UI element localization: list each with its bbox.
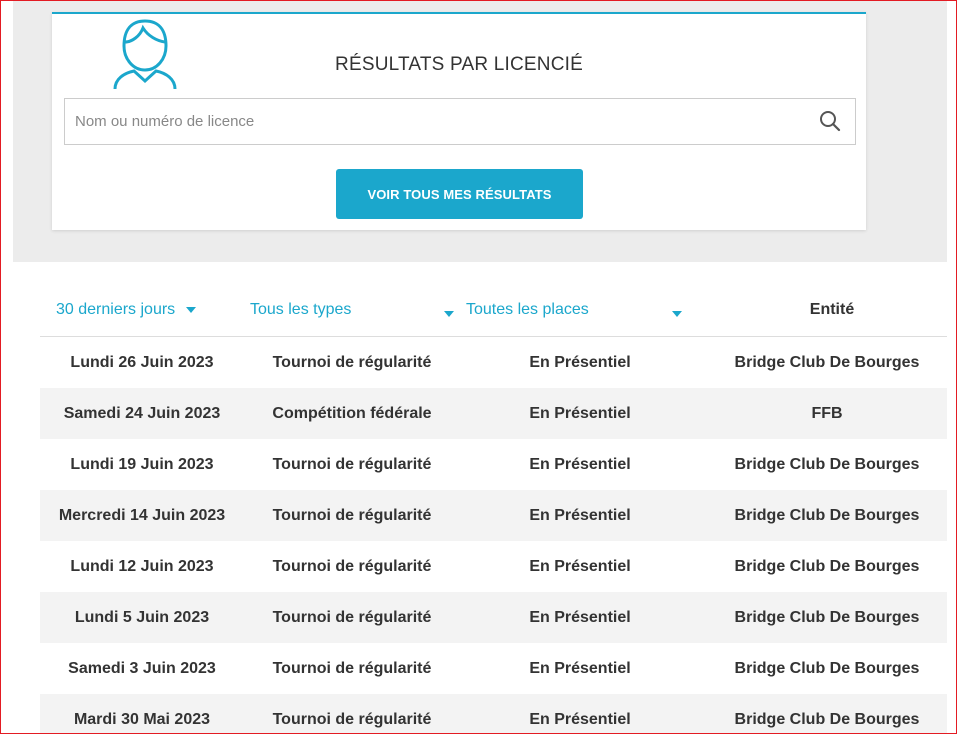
- period-filter-dropdown[interactable]: 30 derniers jours: [56, 301, 196, 319]
- result-type: Compétition fédérale: [272, 405, 432, 422]
- result-place: En Présentiel: [529, 405, 631, 422]
- results-filter-bar: 30 derniers jours Tous les types Toutes …: [40, 291, 947, 337]
- result-entity: Bridge Club De Bourges: [734, 609, 920, 626]
- caret-down-icon: [185, 306, 196, 313]
- result-type: Tournoi de régularité: [272, 354, 432, 371]
- result-type: Tournoi de régularité: [272, 507, 432, 524]
- search-field[interactable]: [64, 98, 856, 145]
- table-row[interactable]: Lundi 19 Juin 2023 Tournoi de régularité…: [40, 439, 947, 490]
- result-entity: Bridge Club De Bourges: [734, 660, 920, 677]
- user-avatar-icon: [110, 16, 180, 90]
- result-type: Tournoi de régularité: [272, 711, 432, 728]
- result-place: En Présentiel: [529, 609, 631, 626]
- entity-column-header: Entité: [809, 301, 855, 318]
- result-date: Mardi 30 Mai 2023: [73, 711, 211, 728]
- licensee-results-card: RÉSULTATS PAR LICENCIÉ VOIR TOUS MES RÉS…: [52, 12, 866, 230]
- result-date: Lundi 19 Juin 2023: [70, 456, 214, 473]
- search-icon[interactable]: [819, 110, 841, 132]
- table-row[interactable]: Samedi 24 Juin 2023 Compétition fédérale…: [40, 388, 947, 439]
- result-type: Tournoi de régularité: [272, 456, 432, 473]
- result-place: En Présentiel: [529, 711, 631, 728]
- caret-down-icon[interactable]: [672, 311, 682, 317]
- result-date: Lundi 5 Juin 2023: [74, 609, 210, 626]
- table-row[interactable]: Mercredi 14 Juin 2023 Tournoi de régular…: [40, 490, 947, 541]
- result-place: En Présentiel: [529, 507, 631, 524]
- place-filter-dropdown[interactable]: Toutes les places: [466, 301, 589, 319]
- type-filter-label: Tous les types: [250, 301, 352, 318]
- result-date: Samedi 24 Juin 2023: [63, 405, 221, 422]
- period-filter-label: 30 derniers jours: [56, 301, 176, 318]
- table-row[interactable]: Lundi 5 Juin 2023 Tournoi de régularité …: [40, 592, 947, 643]
- result-entity: FFB: [811, 405, 843, 422]
- view-all-results-button[interactable]: VOIR TOUS MES RÉSULTATS: [336, 169, 583, 219]
- result-entity: Bridge Club De Bourges: [734, 711, 920, 728]
- result-date: Lundi 26 Juin 2023: [70, 354, 214, 371]
- caret-down-icon[interactable]: [444, 311, 454, 317]
- result-place: En Présentiel: [529, 456, 631, 473]
- search-input[interactable]: [65, 99, 805, 144]
- table-row[interactable]: Mardi 30 Mai 2023 Tournoi de régularité …: [40, 694, 947, 734]
- result-date: Lundi 12 Juin 2023: [70, 558, 214, 575]
- result-type: Tournoi de régularité: [272, 558, 432, 575]
- result-place: En Présentiel: [529, 558, 631, 575]
- card-title: RÉSULTATS PAR LICENCIÉ: [335, 54, 583, 75]
- result-type: Tournoi de régularité: [272, 609, 432, 626]
- result-place: En Présentiel: [529, 660, 631, 677]
- result-entity: Bridge Club De Bourges: [734, 558, 920, 575]
- result-entity: Bridge Club De Bourges: [734, 507, 920, 524]
- result-type: Tournoi de régularité: [272, 660, 432, 677]
- table-row[interactable]: Samedi 3 Juin 2023 Tournoi de régularité…: [40, 643, 947, 694]
- table-row[interactable]: Lundi 12 Juin 2023 Tournoi de régularité…: [40, 541, 947, 592]
- result-entity: Bridge Club De Bourges: [734, 456, 920, 473]
- result-date: Samedi 3 Juin 2023: [68, 660, 216, 677]
- results-table: Lundi 26 Juin 2023 Tournoi de régularité…: [40, 337, 947, 734]
- table-row[interactable]: Lundi 26 Juin 2023 Tournoi de régularité…: [40, 337, 947, 388]
- result-date: Mercredi 14 Juin 2023: [58, 507, 226, 524]
- result-entity: Bridge Club De Bourges: [734, 354, 920, 371]
- place-filter-label: Toutes les places: [466, 301, 589, 318]
- result-place: En Présentiel: [529, 354, 631, 371]
- type-filter-dropdown[interactable]: Tous les types: [250, 301, 351, 319]
